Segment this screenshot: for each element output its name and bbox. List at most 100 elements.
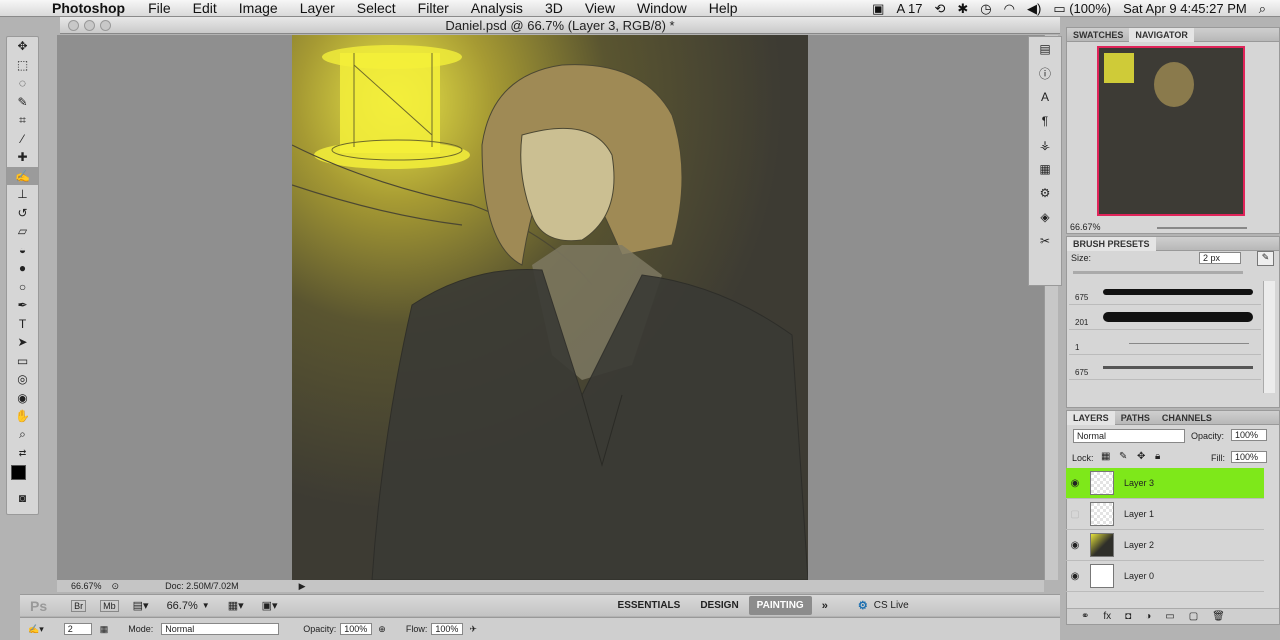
swap-colors-icon[interactable]: ⇄ xyxy=(7,444,38,463)
shape-tool-icon[interactable]: ▭ xyxy=(7,352,38,371)
cs-live-icon[interactable]: ⚙ xyxy=(858,599,868,612)
menu-window[interactable]: Window xyxy=(626,0,698,17)
type-tool-icon[interactable]: T xyxy=(7,315,38,334)
blur-tool-icon[interactable]: ● xyxy=(7,259,38,278)
clock[interactable]: Sat Apr 9 4:45:27 PM xyxy=(1123,1,1247,16)
menu-file[interactable]: File xyxy=(137,0,182,17)
link-layers-icon[interactable]: ⚭ xyxy=(1081,611,1089,622)
view-extras-icon[interactable]: ▤▾ xyxy=(133,599,149,612)
3d-rotate-tool-icon[interactable]: ◎ xyxy=(7,370,38,389)
lasso-tool-icon[interactable]: ◌ xyxy=(7,74,38,93)
brush-tool-icon[interactable]: ✍ xyxy=(7,166,38,185)
dodge-tool-icon[interactable]: ○ xyxy=(7,278,38,297)
menu-help[interactable]: Help xyxy=(698,0,749,17)
quick-select-tool-icon[interactable]: ✎ xyxy=(7,93,38,112)
layer-fill-field[interactable]: 100% xyxy=(1231,451,1267,463)
app-zoom-level[interactable]: 66.7% xyxy=(167,600,198,612)
brush-preset-4[interactable]: 675 xyxy=(1069,356,1261,380)
clone-source-icon[interactable]: ⚶ xyxy=(1029,133,1061,157)
menu-3d[interactable]: 3D xyxy=(534,0,574,17)
battery-icon[interactable]: ▭ (100%) xyxy=(1053,1,1111,17)
menu-app[interactable]: Photoshop xyxy=(42,0,137,17)
workspace-essentials[interactable]: ESSENTIALS xyxy=(608,600,691,611)
layer-row-layer-1[interactable]: ▢ Layer 1 xyxy=(1066,499,1264,530)
lock-image-icon[interactable]: ✎ xyxy=(1119,451,1127,462)
workspace-painting[interactable]: PAINTING xyxy=(748,596,812,615)
layer-name[interactable]: Layer 3 xyxy=(1124,478,1154,488)
menu-view[interactable]: View xyxy=(574,0,626,17)
delete-layer-icon[interactable]: 🗑︎ xyxy=(1212,611,1225,622)
3d-orbit-tool-icon[interactable]: ◉ xyxy=(7,389,38,408)
layer-name[interactable]: Layer 2 xyxy=(1124,540,1154,550)
character-icon[interactable]: A xyxy=(1029,85,1061,109)
menu-edit[interactable]: Edit xyxy=(182,0,228,17)
info-icon[interactable]: ⓘ xyxy=(1029,61,1061,85)
pressure-opacity-icon[interactable]: ⊕ xyxy=(378,624,386,635)
status-arrow-icon[interactable]: ▶ xyxy=(299,581,306,592)
visibility-eye-icon[interactable]: ◉ xyxy=(1066,478,1084,489)
mini-bridge-icon-bar[interactable]: Mb xyxy=(100,599,119,612)
layer-name[interactable]: Layer 0 xyxy=(1124,571,1154,581)
adjustment-layer-icon[interactable]: ◑ xyxy=(1145,611,1151,622)
new-group-icon[interactable]: ▭ xyxy=(1165,611,1174,622)
navigator-zoom-value[interactable]: 66.67% xyxy=(1070,222,1101,232)
blend-mode-select[interactable]: Normal xyxy=(1073,429,1185,443)
eraser-tool-icon[interactable]: ▱ xyxy=(7,222,38,241)
paragraph-icon[interactable]: ¶ xyxy=(1029,109,1061,133)
tab-navigator[interactable]: NAVIGATOR xyxy=(1129,27,1194,42)
healing-brush-tool-icon[interactable]: ✚ xyxy=(7,148,38,167)
layer-style-icon[interactable]: fx xyxy=(1103,611,1111,622)
mini-bridge-icon[interactable]: ▦ xyxy=(1029,157,1061,181)
tab-channels[interactable]: CHANNELS xyxy=(1156,411,1218,425)
opacity-option-field[interactable]: 100% xyxy=(340,623,373,635)
brush-panel-toggle-icon[interactable]: ✎ xyxy=(1257,251,1274,266)
brush-preset-3[interactable]: 1 xyxy=(1069,331,1261,355)
navigator-zoom-slider[interactable] xyxy=(1157,227,1247,229)
airbrush-icon[interactable]: ✈ xyxy=(469,624,477,635)
layer-row-layer-3[interactable]: ◉ Layer 3 xyxy=(1066,468,1264,499)
adobe-icon[interactable]: A 17 xyxy=(896,1,922,16)
visibility-eye-icon[interactable]: ◉ xyxy=(1066,540,1084,551)
menu-filter[interactable]: Filter xyxy=(407,0,460,17)
timemachine-icon[interactable]: ◷ xyxy=(980,1,991,17)
screen-mode-icon[interactable]: ▣▾ xyxy=(262,599,278,612)
visibility-eye-icon[interactable]: ◉ xyxy=(1066,571,1084,582)
tab-layers[interactable]: LAYERS xyxy=(1067,410,1115,425)
spotlight-icon[interactable]: ⌕ xyxy=(1259,1,1266,17)
histogram-icon[interactable]: ▤ xyxy=(1029,37,1061,61)
clone-stamp-tool-icon[interactable]: ⊥ xyxy=(7,185,38,204)
lock-position-icon[interactable]: ✥ xyxy=(1137,451,1145,462)
arrange-documents-icon[interactable]: ▦▾ xyxy=(228,599,244,612)
hand-tool-icon[interactable]: ✋ xyxy=(7,407,38,426)
move-tool-icon[interactable]: ✥ xyxy=(7,37,38,56)
zoom-window-button[interactable] xyxy=(100,20,111,31)
wifi-icon[interactable]: ◠ xyxy=(1004,1,1015,17)
tool-presets-icon[interactable]: ⚙ xyxy=(1029,181,1061,205)
pen-tool-icon[interactable]: ✒ xyxy=(7,296,38,315)
brush-size-field[interactable]: 2 px xyxy=(1199,252,1241,264)
bridge-icon[interactable]: Br xyxy=(71,599,87,612)
camera-icon[interactable]: ▣ xyxy=(872,1,884,17)
brush-panel-icon[interactable]: ✂ xyxy=(1029,229,1061,253)
layer-row-layer-2[interactable]: ◉ Layer 2 xyxy=(1066,530,1264,561)
tab-paths[interactable]: PATHS xyxy=(1115,411,1156,425)
volume-icon[interactable]: ◀) xyxy=(1027,1,1041,17)
layer-row-layer-0[interactable]: ◉ Layer 0 xyxy=(1066,561,1264,592)
color-icon[interactable]: ◈ xyxy=(1029,205,1061,229)
brush-preset-1[interactable]: 675 xyxy=(1069,281,1261,305)
eyedropper-tool-icon[interactable]: ⁄ xyxy=(7,130,38,149)
close-window-button[interactable] xyxy=(68,20,79,31)
brush-size-slider[interactable] xyxy=(1073,271,1243,274)
cs-live-button[interactable]: CS Live xyxy=(874,600,909,611)
paint-bucket-tool-icon[interactable]: ◒ xyxy=(7,241,38,260)
layer-opacity-field[interactable]: 100% xyxy=(1231,429,1267,441)
menu-layer[interactable]: Layer xyxy=(289,0,346,17)
status-settings-icon[interactable]: ⊙ xyxy=(112,581,120,592)
menu-analysis[interactable]: Analysis xyxy=(460,0,534,17)
visibility-off-icon[interactable]: ▢ xyxy=(1066,509,1084,520)
tool-preset-icon[interactable]: ✍▾ xyxy=(28,624,44,635)
sync-icon[interactable]: ⟲ xyxy=(934,1,945,17)
navigator-view-box[interactable] xyxy=(1097,46,1245,216)
add-mask-icon[interactable]: ◘ xyxy=(1125,611,1131,622)
history-brush-tool-icon[interactable]: ↺ xyxy=(7,204,38,223)
